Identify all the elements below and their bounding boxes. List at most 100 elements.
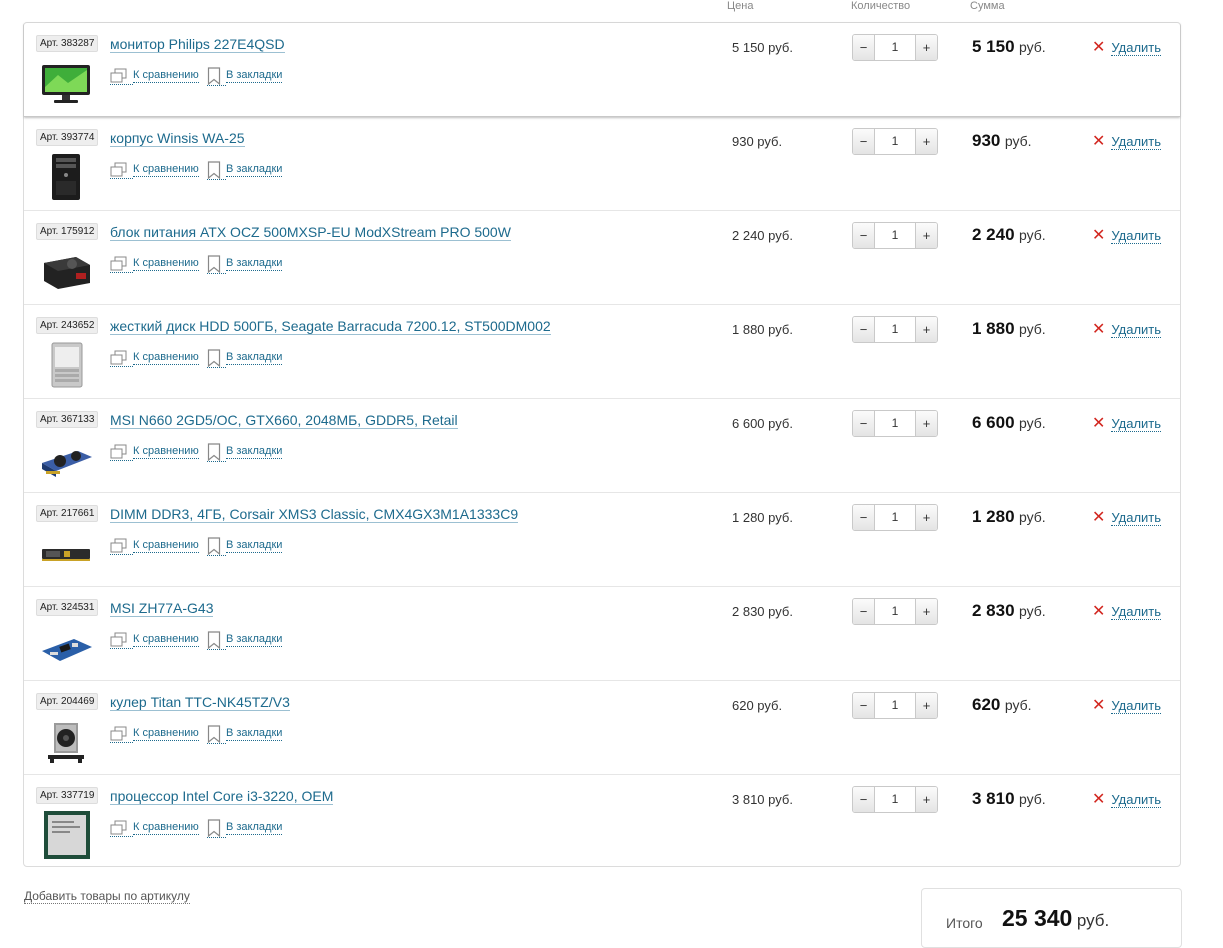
decrease-quantity-button[interactable]: −: [853, 317, 875, 342]
delete-item-button[interactable]: ✕ Удалить: [1092, 133, 1162, 150]
decrease-quantity-button[interactable]: −: [853, 693, 875, 718]
delete-item-button[interactable]: ✕ Удалить: [1092, 228, 1162, 244]
quantity-input[interactable]: 1: [875, 223, 915, 248]
decrease-quantity-button[interactable]: −: [853, 35, 875, 60]
add-to-bookmarks-button[interactable]: В закладки: [207, 818, 283, 838]
add-to-bookmarks-button[interactable]: В закладки: [207, 536, 283, 556]
quantity-stepper: −1 +: [852, 504, 938, 531]
product-name-link[interactable]: корпус Winsis WA-25: [110, 130, 245, 147]
product-name-link[interactable]: MSI ZH77A-G43: [110, 600, 214, 617]
line-total-currency: руб.: [1019, 791, 1046, 807]
product-thumbnail[interactable]: [38, 809, 94, 861]
add-to-bookmarks-button[interactable]: В закладки: [207, 348, 283, 368]
increase-quantity-button[interactable]: +: [915, 505, 937, 530]
quantity-input[interactable]: 1: [875, 787, 915, 812]
product-thumbnail[interactable]: [38, 527, 94, 579]
article-number: Арт. 393774: [36, 129, 99, 146]
product-name-link[interactable]: DIMM DDR3, 4ГБ, Corsair XMS3 Classic, CM…: [110, 506, 519, 523]
add-to-bookmarks-button[interactable]: В закладки: [207, 630, 283, 650]
line-total-value: 1 280: [972, 507, 1015, 526]
compare-icon: [110, 444, 133, 461]
add-to-bookmarks-button[interactable]: В закладки: [207, 442, 283, 462]
product-name-link[interactable]: блок питания ATX OCZ 500MXSP-EU ModXStre…: [110, 224, 511, 241]
add-to-bookmarks-button[interactable]: В закладки: [207, 254, 283, 274]
delete-icon: ✕: [1092, 39, 1106, 56]
quantity-input[interactable]: 1: [875, 599, 915, 624]
decrease-quantity-button[interactable]: −: [853, 599, 875, 624]
delete-label: Удалить: [1111, 510, 1162, 526]
gpu-image: [42, 451, 92, 477]
add-by-article-link[interactable]: Добавить товары по артикулу: [24, 889, 190, 904]
cart-item-row: Арт. 217661 DIMM DDR3, 4ГБ, Corsair XMS3 …: [24, 493, 1180, 587]
quantity-input[interactable]: 1: [875, 317, 915, 342]
add-to-compare-button[interactable]: К сравнению: [110, 725, 199, 743]
increase-quantity-button[interactable]: +: [915, 35, 937, 60]
product-name-link[interactable]: MSI N660 2GD5/OC, GTX660, 2048МБ, GDDR5,…: [110, 412, 458, 429]
increase-quantity-button[interactable]: +: [915, 787, 937, 812]
add-to-compare-button[interactable]: К сравнению: [110, 443, 199, 461]
add-to-compare-button[interactable]: К сравнению: [110, 161, 199, 179]
column-header-sum: Сумма: [970, 0, 1005, 12]
bookmark-label: В закладки: [226, 257, 283, 271]
decrease-quantity-button[interactable]: −: [853, 411, 875, 436]
delete-item-button[interactable]: ✕ Удалить: [1092, 510, 1162, 526]
add-to-compare-button[interactable]: К сравнению: [110, 67, 199, 85]
quantity-input[interactable]: 1: [875, 35, 915, 60]
add-to-compare-button[interactable]: К сравнению: [110, 537, 199, 555]
delete-item-button[interactable]: ✕ Удалить: [1092, 791, 1162, 808]
decrease-quantity-button[interactable]: −: [853, 787, 875, 812]
quantity-input[interactable]: 1: [875, 129, 915, 154]
product-thumbnail[interactable]: [38, 715, 94, 767]
product-name-link[interactable]: процессор Intel Core i3-3220, OEM: [110, 788, 334, 805]
article-number: Арт. 383287: [36, 35, 99, 52]
quantity-input[interactable]: 1: [875, 505, 915, 530]
delete-label: Удалить: [1111, 604, 1162, 620]
add-to-compare-button[interactable]: К сравнению: [110, 631, 199, 649]
add-to-bookmarks-button[interactable]: В закладки: [207, 724, 283, 744]
delete-label: Удалить: [1111, 792, 1162, 808]
compare-icon: [110, 350, 133, 367]
product-name-link[interactable]: жесткий диск HDD 500ГБ, Seagate Barracud…: [110, 318, 551, 335]
unit-price: 2 240 руб.: [732, 228, 793, 243]
delete-item-button[interactable]: ✕ Удалить: [1092, 416, 1162, 432]
delete-icon: ✕: [1092, 133, 1106, 150]
add-to-compare-button[interactable]: К сравнению: [110, 255, 199, 273]
increase-quantity-button[interactable]: +: [915, 693, 937, 718]
add-to-bookmarks-button[interactable]: В закладки: [207, 66, 283, 86]
delete-icon: ✕: [1092, 791, 1106, 808]
delete-item-button[interactable]: ✕ Удалить: [1092, 604, 1162, 620]
increase-quantity-button[interactable]: +: [915, 129, 937, 154]
increase-quantity-button[interactable]: +: [915, 599, 937, 624]
article-number: Арт. 367133: [36, 411, 99, 428]
product-thumbnail[interactable]: [38, 433, 94, 485]
quantity-input[interactable]: 1: [875, 411, 915, 436]
total-amount: 25 340 руб.: [1002, 905, 1109, 932]
product-thumbnail[interactable]: [38, 245, 94, 297]
product-thumbnail[interactable]: [38, 339, 94, 391]
increase-quantity-button[interactable]: +: [915, 411, 937, 436]
quantity-stepper: −1 +: [852, 598, 938, 625]
quantity-input[interactable]: 1: [875, 693, 915, 718]
line-total: 6 600 руб.: [972, 413, 1046, 433]
quantity-stepper: −1 +: [852, 410, 938, 437]
increase-quantity-button[interactable]: +: [915, 223, 937, 248]
decrease-quantity-button[interactable]: −: [853, 129, 875, 154]
product-thumbnail[interactable]: [38, 621, 94, 673]
increase-quantity-button[interactable]: +: [915, 317, 937, 342]
delete-item-button[interactable]: ✕ Удалить: [1092, 322, 1162, 338]
product-thumbnail[interactable]: [38, 151, 94, 203]
add-to-bookmarks-button[interactable]: В закладки: [207, 160, 283, 180]
line-total: 1 280 руб.: [972, 507, 1046, 527]
product-name-link[interactable]: кулер Titan TTC-NK45TZ/V3: [110, 694, 290, 711]
add-to-compare-button[interactable]: К сравнению: [110, 349, 199, 367]
decrease-quantity-button[interactable]: −: [853, 505, 875, 530]
product-thumbnail[interactable]: [38, 57, 94, 109]
product-name-link[interactable]: монитор Philips 227E4QSD: [110, 36, 285, 53]
delete-item-button[interactable]: ✕ Удалить: [1092, 39, 1162, 56]
cooler-image: [48, 723, 84, 763]
delete-item-button[interactable]: ✕ Удалить: [1092, 698, 1162, 714]
add-to-compare-button[interactable]: К сравнению: [110, 819, 199, 837]
unit-price: 3 810 руб.: [732, 792, 793, 807]
line-total-currency: руб.: [1004, 133, 1032, 149]
decrease-quantity-button[interactable]: −: [853, 223, 875, 248]
